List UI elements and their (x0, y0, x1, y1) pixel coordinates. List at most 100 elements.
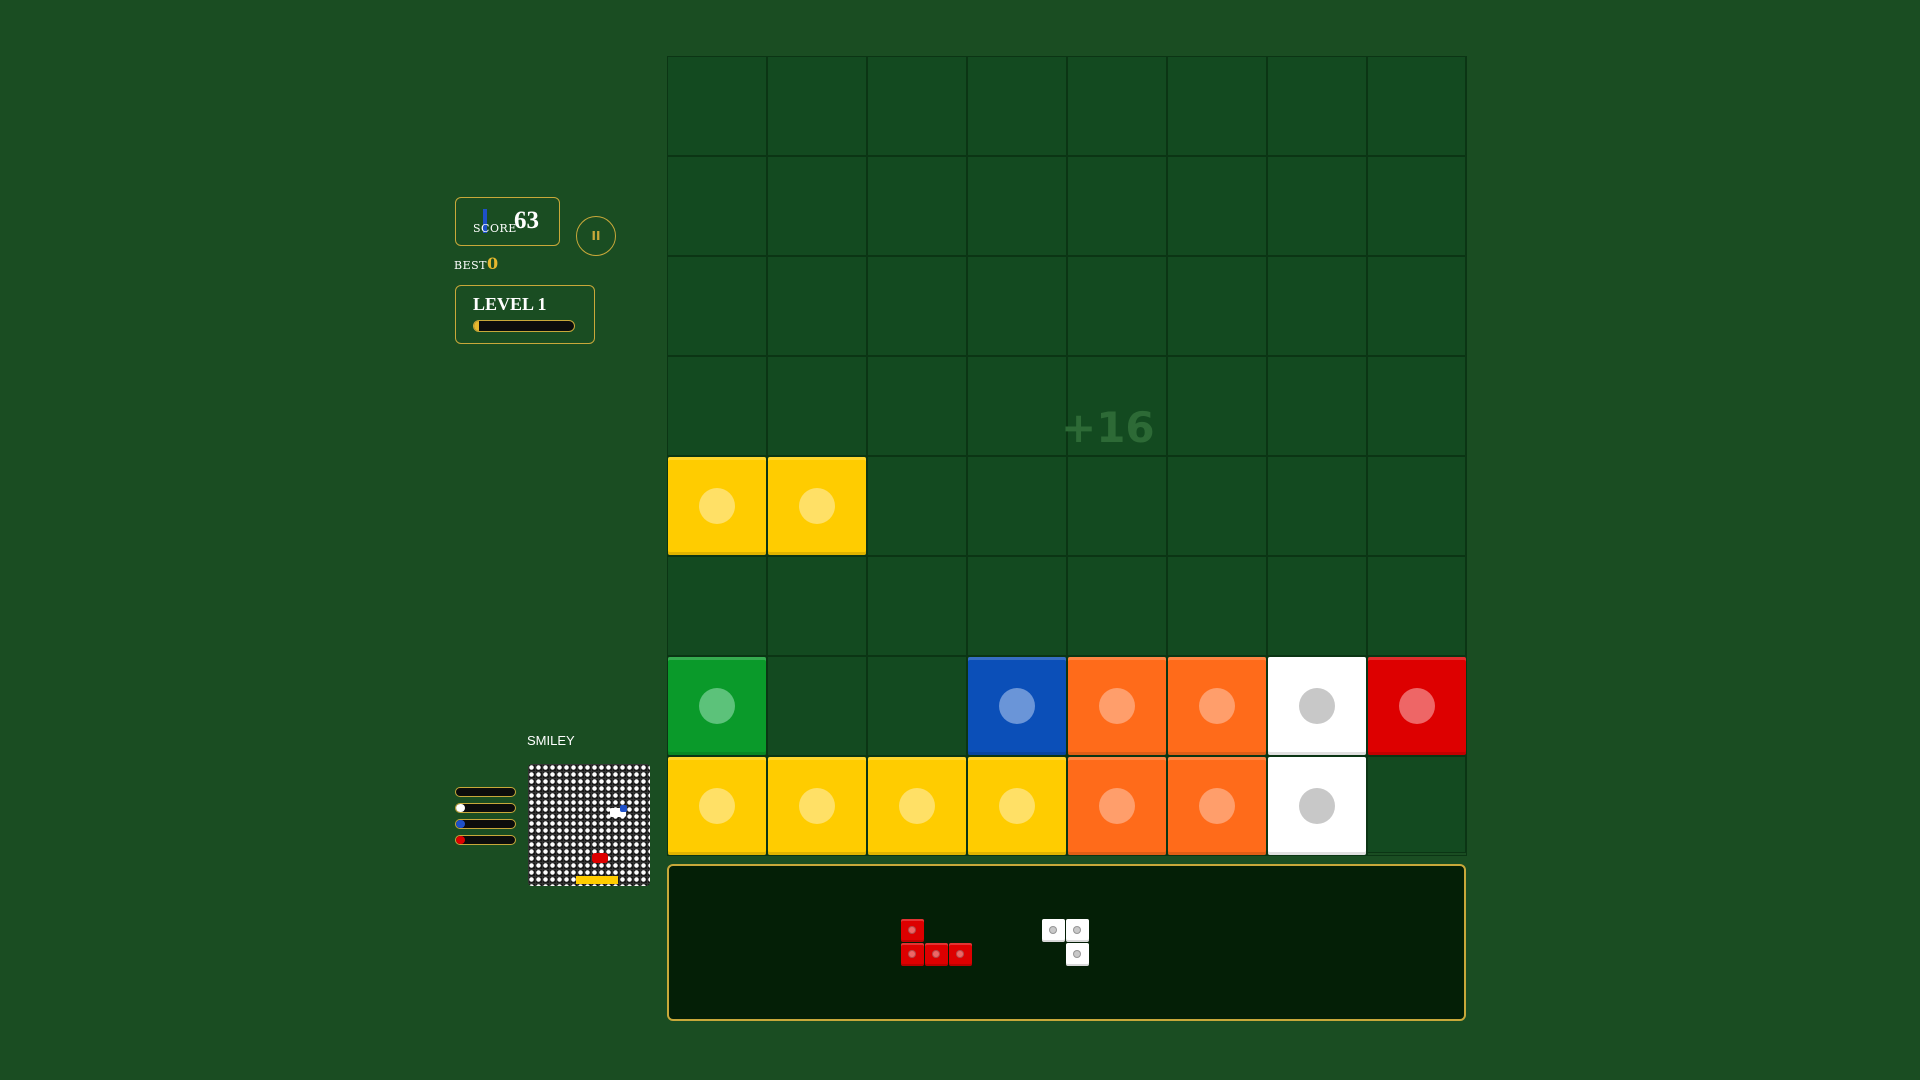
score-label: SCORE (473, 222, 517, 235)
game-board[interactable] (667, 56, 1467, 856)
board-cell[interactable] (1067, 256, 1167, 356)
board-cell[interactable] (767, 656, 867, 756)
block-dot (1299, 688, 1335, 724)
board-cell[interactable] (767, 356, 867, 456)
board-cell[interactable] (867, 256, 967, 356)
tray-piece-dot (932, 950, 940, 958)
tray-piece[interactable] (1042, 919, 1117, 969)
block-yellow (768, 757, 866, 855)
tray-piece-block (925, 943, 948, 966)
board-cell[interactable] (667, 356, 767, 456)
board-cell[interactable] (667, 556, 767, 656)
board-cell[interactable] (667, 256, 767, 356)
block-dot (1099, 788, 1135, 824)
board-cell[interactable] (967, 556, 1067, 656)
board-cell[interactable] (1167, 456, 1267, 556)
board-cell[interactable] (1367, 356, 1467, 456)
tray-piece-dot (1049, 926, 1057, 934)
tray-piece-block (901, 919, 924, 942)
board-cell[interactable] (1367, 56, 1467, 156)
block-red (1368, 657, 1466, 755)
block-white (1268, 757, 1366, 855)
block-white (1268, 657, 1366, 755)
board-cell[interactable] (867, 356, 967, 456)
board-cell[interactable] (1267, 256, 1367, 356)
level-box: LEVEL 1 (455, 285, 595, 344)
level-progress-bar (473, 320, 575, 332)
board-cell[interactable] (1167, 256, 1267, 356)
board-cell[interactable] (1367, 256, 1467, 356)
board-cell[interactable] (767, 56, 867, 156)
board-cell[interactable] (1067, 156, 1167, 256)
theme-label: SMILEY (527, 733, 575, 748)
board-cell[interactable] (1167, 556, 1267, 656)
board-cell[interactable] (767, 256, 867, 356)
best-label: BEST (454, 259, 487, 272)
tray-piece-block (949, 943, 972, 966)
board-cell[interactable] (967, 56, 1067, 156)
tray-piece-block (1066, 943, 1089, 966)
board-cell[interactable] (667, 56, 767, 156)
theme-bar-fill (456, 804, 465, 812)
board-cell[interactable] (967, 356, 1067, 456)
tray-piece[interactable] (901, 919, 976, 969)
board-cell[interactable] (867, 156, 967, 256)
board-cell[interactable] (1067, 456, 1167, 556)
tray-piece-dot (908, 950, 916, 958)
level-progress-fill (474, 321, 479, 331)
pause-button[interactable]: II (576, 216, 616, 256)
tray-piece-dot (1073, 926, 1081, 934)
board-cell[interactable] (1367, 756, 1467, 856)
score-box: SCORE 63 (455, 197, 560, 246)
board-cell[interactable] (1267, 456, 1367, 556)
theme-bar (455, 803, 516, 813)
block-dot (799, 488, 835, 524)
theme-bar-fill (456, 836, 465, 844)
board-cell[interactable] (867, 656, 967, 756)
block-orange (1068, 757, 1166, 855)
board-cell[interactable] (1267, 556, 1367, 656)
board-cell[interactable] (867, 456, 967, 556)
block-dot (699, 788, 735, 824)
block-orange (1168, 757, 1266, 855)
block-dot (1299, 788, 1335, 824)
block-yellow (968, 757, 1066, 855)
board-cell[interactable] (767, 156, 867, 256)
board-cell[interactable] (767, 556, 867, 656)
board-cell[interactable] (967, 456, 1067, 556)
board-cell[interactable] (867, 556, 967, 656)
board-cell[interactable] (1167, 356, 1267, 456)
board-cell[interactable] (1167, 56, 1267, 156)
block-dot (699, 688, 735, 724)
smiley-nose (592, 853, 608, 863)
block-dot (799, 788, 835, 824)
board-cell[interactable] (667, 156, 767, 256)
block-dot (1099, 688, 1135, 724)
tray-piece-dot (908, 926, 916, 934)
piece-tray[interactable] (667, 864, 1466, 1021)
block-dot (1399, 688, 1435, 724)
theme-bar (455, 835, 516, 845)
board-cell[interactable] (1367, 556, 1467, 656)
level-label: LEVEL 1 (473, 294, 547, 314)
board-cell[interactable] (1167, 156, 1267, 256)
block-blue (968, 657, 1066, 755)
board-cell[interactable] (1367, 156, 1467, 256)
smiley-mouth (576, 876, 618, 884)
block-dot (999, 688, 1035, 724)
theme-bar (455, 787, 516, 797)
board-cell[interactable] (1367, 456, 1467, 556)
board-cell[interactable] (1067, 556, 1167, 656)
block-dot (1199, 788, 1235, 824)
block-dot (1199, 688, 1235, 724)
board-cell[interactable] (1267, 156, 1367, 256)
block-dot (999, 788, 1035, 824)
theme-preview-image[interactable] (528, 764, 650, 886)
theme-bar-fill (456, 820, 465, 828)
board-cell[interactable] (867, 56, 967, 156)
board-cell[interactable] (967, 256, 1067, 356)
board-cell[interactable] (1067, 56, 1167, 156)
board-cell[interactable] (1267, 56, 1367, 156)
board-cell[interactable] (1267, 356, 1367, 456)
board-cell[interactable] (967, 156, 1067, 256)
